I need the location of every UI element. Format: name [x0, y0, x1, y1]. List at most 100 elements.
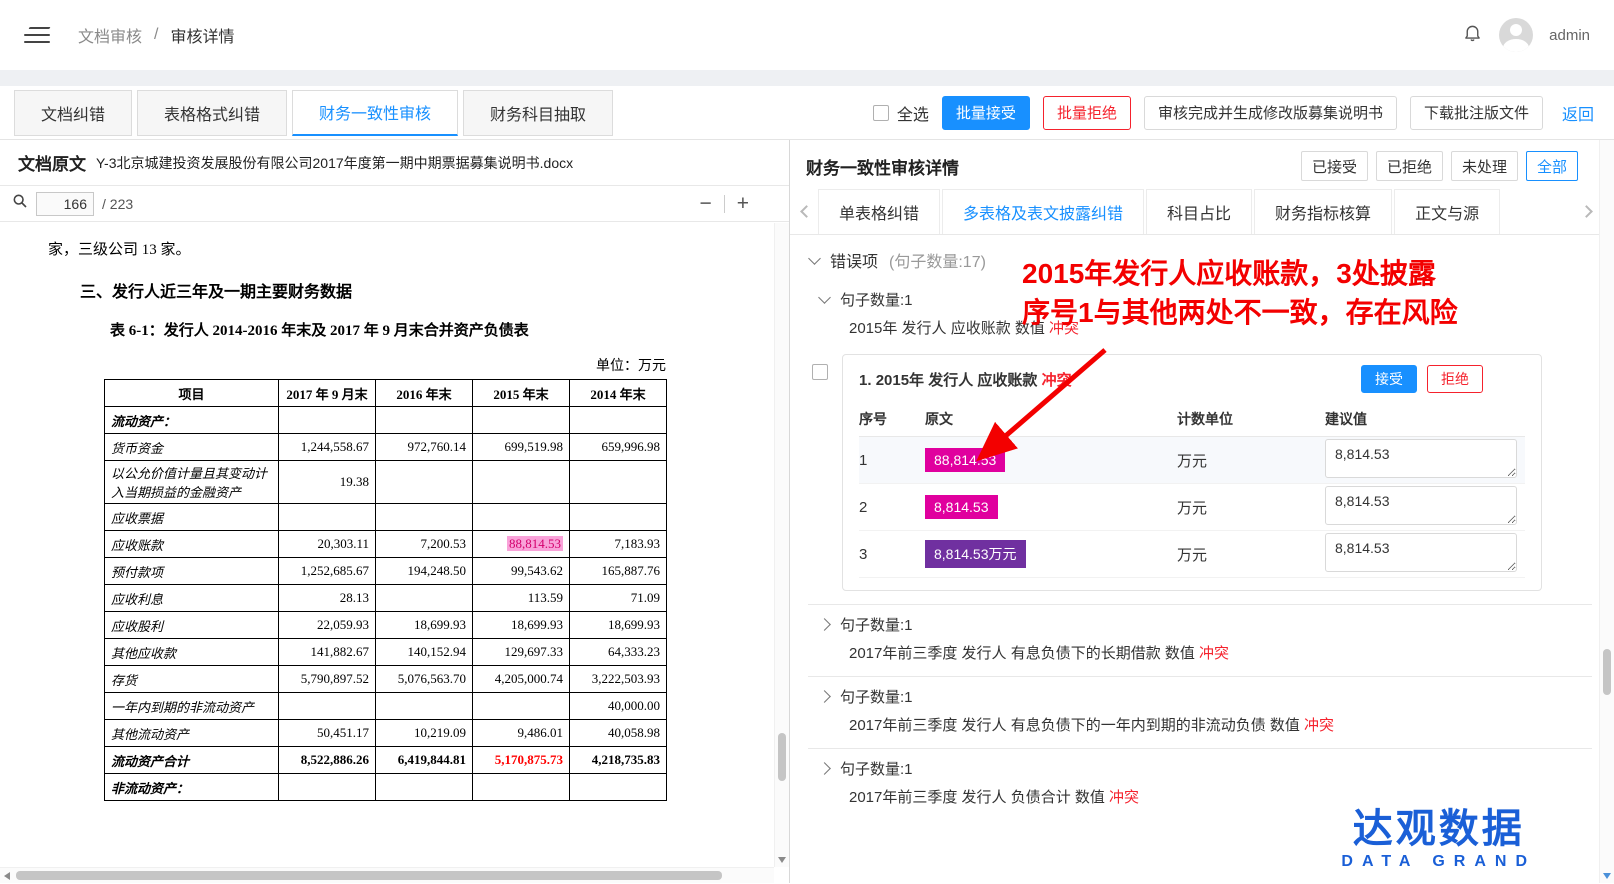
scroll-down-arrow-icon[interactable]: [778, 857, 786, 863]
document-header: 文档原文 Y-3北京城建投资发展股份有限公司2017年度第一期中期票据募集说明书…: [0, 140, 789, 186]
row-value: 71.09: [570, 585, 667, 612]
scroll-down-arrow-icon[interactable]: [1603, 873, 1611, 879]
tab-document-correction[interactable]: 文档纠错: [14, 90, 132, 136]
error-group-header[interactable]: 句子数量:1: [802, 749, 1598, 781]
doc-table-body: 流动资产： 货币资金 1,244,558.67 972,760.14 699,5…: [105, 407, 667, 801]
tab-financial-subject-extraction[interactable]: 财务科目抽取: [463, 90, 613, 136]
suggested-value-input[interactable]: [1325, 533, 1517, 572]
row-label: 流动资产合计: [105, 747, 279, 774]
tab-single-table-correction[interactable]: 单表格纠错: [818, 189, 940, 234]
document-paragraph: 家，三级公司 13 家。: [48, 238, 755, 259]
original-value-chip[interactable]: 88,814.53: [925, 448, 1005, 472]
row-label: 其他流动资产: [105, 720, 279, 747]
complete-review-button[interactable]: 审核完成并生成修改版募集说明书: [1144, 96, 1397, 130]
row-value: 18,699.93: [376, 612, 473, 639]
row-value: 3,222,503.93: [570, 666, 667, 693]
zoom-in-button[interactable]: +: [737, 193, 749, 214]
row-value: 10,219.09: [376, 720, 473, 747]
page-number-input[interactable]: [36, 192, 94, 216]
column-header: 2017 年 9 月末: [279, 380, 376, 407]
scrollbar-thumb[interactable]: [1603, 649, 1611, 695]
row-value: 4,205,000.74: [473, 666, 570, 693]
error-item-checkbox[interactable]: [812, 364, 828, 380]
row-label: 货币资金: [105, 434, 279, 461]
logo-cn-text: 达观数据: [1341, 807, 1536, 851]
filter-rejected[interactable]: 已拒绝: [1376, 151, 1443, 181]
document-horizontal-scrollbar[interactable]: [0, 867, 774, 883]
row-value: 141,882.67: [279, 639, 376, 666]
card-actions: 接受 拒绝: [1361, 365, 1483, 393]
page-total-label: / 223: [102, 196, 133, 212]
original-value-chip[interactable]: 8,814.53万元: [925, 540, 1026, 568]
row-value: [473, 504, 570, 531]
sentence-count-label: 句子数量:1: [840, 614, 913, 635]
filter-all[interactable]: 全部: [1526, 151, 1578, 181]
select-all-checkbox[interactable]: [873, 105, 889, 121]
row-label: 应收股利: [105, 612, 279, 639]
tab-scroll-right-icon[interactable]: [1574, 189, 1598, 234]
accept-button[interactable]: 接受: [1361, 365, 1417, 393]
annotation-line2: 序号1与其他两处不一致，存在风险: [1022, 293, 1458, 332]
original-value-chip[interactable]: 8,814.53: [925, 495, 998, 519]
batch-reject-button[interactable]: 批量拒绝: [1043, 96, 1131, 130]
error-detail-card: 1. 2015年 发行人 应收账款 冲突 接受 拒绝: [842, 354, 1542, 591]
batch-accept-button[interactable]: 批量接受: [942, 96, 1030, 130]
scrollbar-thumb[interactable]: [778, 733, 786, 781]
conflict-label: 冲突: [1199, 645, 1229, 662]
tab-body-vs-source[interactable]: 正文与源: [1394, 189, 1500, 234]
tab-subject-proportion[interactable]: 科目占比: [1146, 189, 1252, 234]
zoom-out-button[interactable]: −: [699, 193, 711, 214]
tab-financial-consistency[interactable]: 财务一致性审核: [292, 90, 458, 136]
tab-table-format-correction[interactable]: 表格格式纠错: [137, 90, 287, 136]
tab-multi-table-disclosure-correction[interactable]: 多表格及表文披露纠错: [942, 189, 1144, 234]
row-value: 5,790,897.52: [279, 666, 376, 693]
error-group-collapsed: 句子数量:1 2017年前三季度 发行人 负债合计 数值 冲突: [802, 748, 1598, 807]
header-divider: [0, 70, 1614, 86]
tab-scroll-left-icon[interactable]: [794, 189, 818, 234]
conflict-table-row: 2 8,814.53 万元: [859, 484, 1525, 531]
document-vertical-scrollbar[interactable]: [774, 223, 789, 867]
datagrand-logo: 达观数据 DATA GRAND: [1341, 807, 1536, 871]
download-annotated-button[interactable]: 下载批注版文件: [1410, 96, 1543, 130]
magnifier-icon[interactable]: [12, 193, 28, 214]
chevron-right-icon[interactable]: [818, 762, 831, 775]
sentence-count-label: 句子数量:1: [840, 289, 913, 310]
row-value: 165,887.76: [570, 558, 667, 585]
document-filename: Y-3北京城建投资发展股份有限公司2017年度第一期中期票据募集说明书.docx: [96, 153, 573, 173]
chevron-down-icon[interactable]: [808, 252, 821, 265]
scroll-left-arrow-icon[interactable]: [4, 872, 10, 880]
scrollbar-thumb[interactable]: [16, 871, 722, 880]
row-label: 存货: [105, 666, 279, 693]
tab-financial-indicator-check[interactable]: 财务指标核算: [1254, 189, 1392, 234]
row-label: 预付款项: [105, 558, 279, 585]
row-value: [473, 774, 570, 801]
breadcrumb-root[interactable]: 文档审核: [78, 23, 142, 47]
row-value: 6,419,844.81: [376, 747, 473, 774]
chevron-right-icon[interactable]: [818, 690, 831, 703]
back-button[interactable]: 返回: [1556, 96, 1600, 130]
error-group-header[interactable]: 句子数量:1: [802, 677, 1598, 709]
filter-pending[interactable]: 未处理: [1451, 151, 1518, 181]
row-value: [279, 774, 376, 801]
reject-button[interactable]: 拒绝: [1427, 365, 1483, 393]
row-value: 88,814.53: [473, 531, 570, 558]
row-value: [473, 407, 570, 434]
review-panel-title: 财务一致性审核详情: [806, 154, 959, 179]
suggested-value-input[interactable]: [1325, 486, 1517, 525]
filter-accepted[interactable]: 已接受: [1301, 151, 1368, 181]
row-value: 20,303.11: [279, 531, 376, 558]
row-value: [570, 461, 667, 504]
suggested-value-input[interactable]: [1325, 439, 1517, 478]
sidebar-toggle-icon[interactable]: [24, 25, 50, 45]
conflict-table-header: 序号 原文 计数单位 建议值: [859, 401, 1525, 437]
logo-en-text: DATA GRAND: [1341, 853, 1536, 871]
avatar[interactable]: [1499, 18, 1533, 52]
notification-bell-icon[interactable]: [1462, 22, 1483, 48]
table-row: 存货 5,790,897.52 5,076,563.70 4,205,000.7…: [105, 666, 667, 693]
review-vertical-scrollbar[interactable]: [1599, 140, 1614, 883]
unit-value: 万元: [1177, 450, 1325, 471]
chevron-down-icon[interactable]: [818, 291, 831, 304]
chevron-right-icon[interactable]: [818, 618, 831, 631]
row-value: 5,170,875.73: [473, 747, 570, 774]
error-group-header[interactable]: 句子数量:1: [802, 605, 1598, 637]
